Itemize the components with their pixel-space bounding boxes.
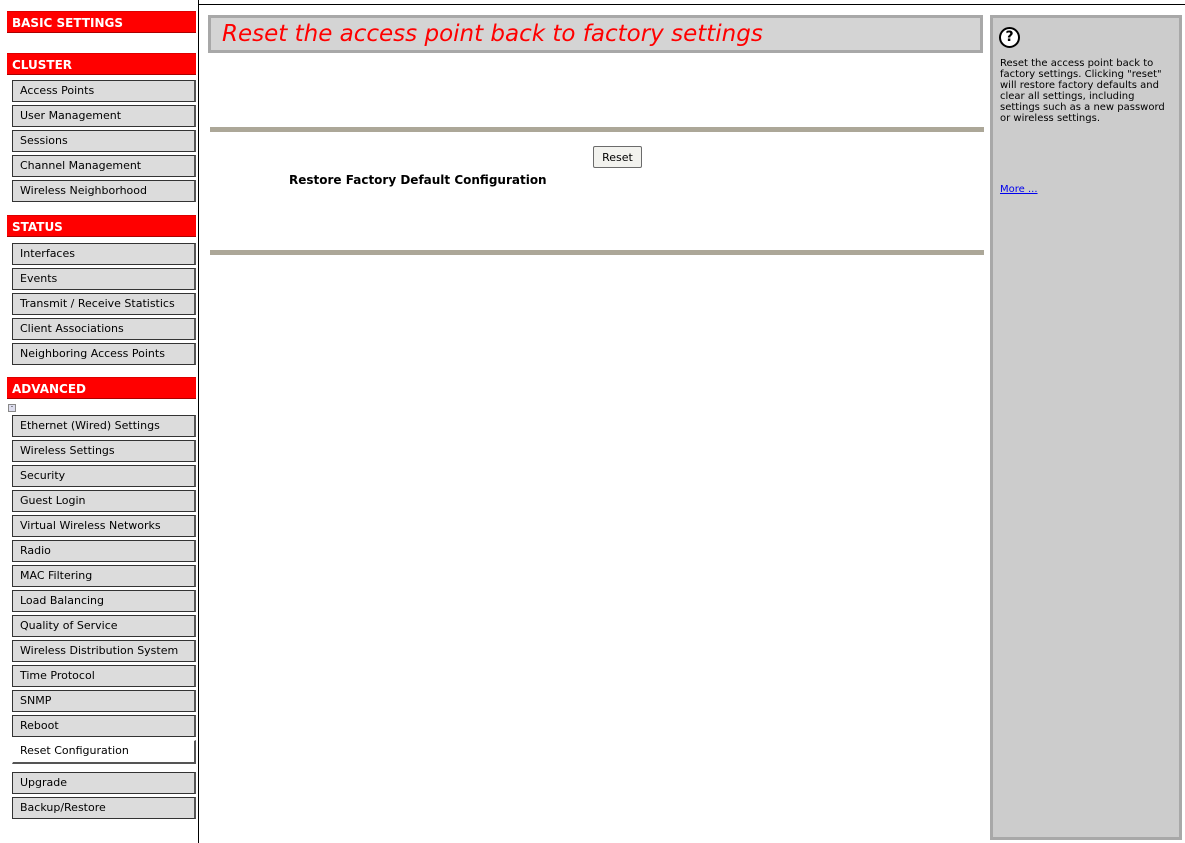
nav-item-security[interactable]: Security: [12, 465, 196, 487]
nav-item-upgrade[interactable]: Upgrade: [12, 772, 196, 794]
reset-button[interactable]: Reset: [593, 146, 642, 168]
sidebar-divider: [198, 0, 199, 843]
nav-item-sessions[interactable]: Sessions: [12, 130, 196, 152]
nav-item-interfaces[interactable]: Interfaces: [12, 243, 196, 265]
nav-item-mac-filtering[interactable]: MAC Filtering: [12, 565, 196, 587]
nav-item-neighboring-access-points[interactable]: Neighboring Access Points: [12, 343, 196, 365]
nav-item-virtual-wireless-networks[interactable]: Virtual Wireless Networks: [12, 515, 196, 537]
top-divider: [198, 4, 1185, 5]
nav-item-guest-login[interactable]: Guest Login: [12, 490, 196, 512]
help-more-link[interactable]: More ...: [1000, 184, 1038, 195]
basic-settings-header[interactable]: BASIC SETTINGS: [7, 11, 196, 33]
page-title: Reset the access point back to factory s…: [208, 15, 983, 53]
nav-item-reboot[interactable]: Reboot: [12, 715, 196, 737]
nav-item-radio[interactable]: Radio: [12, 540, 196, 562]
nav-item-snmp[interactable]: SNMP: [12, 690, 196, 712]
nav-item-user-management[interactable]: User Management: [12, 105, 196, 127]
collapse-icon[interactable]: -: [8, 404, 16, 412]
nav-item-quality-of-service[interactable]: Quality of Service: [12, 615, 196, 637]
nav-item-wireless-settings[interactable]: Wireless Settings: [12, 440, 196, 462]
cluster-header[interactable]: CLUSTER: [7, 53, 196, 75]
nav-item-ethernet-settings[interactable]: Ethernet (Wired) Settings: [12, 415, 196, 437]
help-text: Reset the access point back to factory s…: [1000, 58, 1165, 124]
nav-item-load-balancing[interactable]: Load Balancing: [12, 590, 196, 612]
nav-item-transmit-receive-statistics[interactable]: Transmit / Receive Statistics: [12, 293, 196, 315]
restore-factory-default-label: Restore Factory Default Configuration: [289, 173, 547, 187]
help-icon: ?: [999, 27, 1020, 48]
nav-item-client-associations[interactable]: Client Associations: [12, 318, 196, 340]
section-divider-bottom: [210, 250, 984, 255]
status-header[interactable]: STATUS: [7, 215, 196, 237]
section-divider-top: [210, 127, 984, 132]
nav-item-access-points[interactable]: Access Points: [12, 80, 196, 102]
help-panel: ? Reset the access point back to factory…: [990, 15, 1182, 840]
sidebar-nav: BASIC SETTINGS CLUSTER Access Points Use…: [0, 0, 200, 843]
nav-item-channel-management[interactable]: Channel Management: [12, 155, 196, 177]
advanced-header[interactable]: ADVANCED: [7, 377, 196, 399]
nav-item-backup-restore[interactable]: Backup/Restore: [12, 797, 196, 819]
nav-item-events[interactable]: Events: [12, 268, 196, 290]
nav-item-reset-configuration[interactable]: Reset Configuration: [12, 740, 196, 764]
nav-item-wireless-distribution-system[interactable]: Wireless Distribution System: [12, 640, 196, 662]
nav-item-time-protocol[interactable]: Time Protocol: [12, 665, 196, 687]
nav-item-wireless-neighborhood[interactable]: Wireless Neighborhood: [12, 180, 196, 202]
